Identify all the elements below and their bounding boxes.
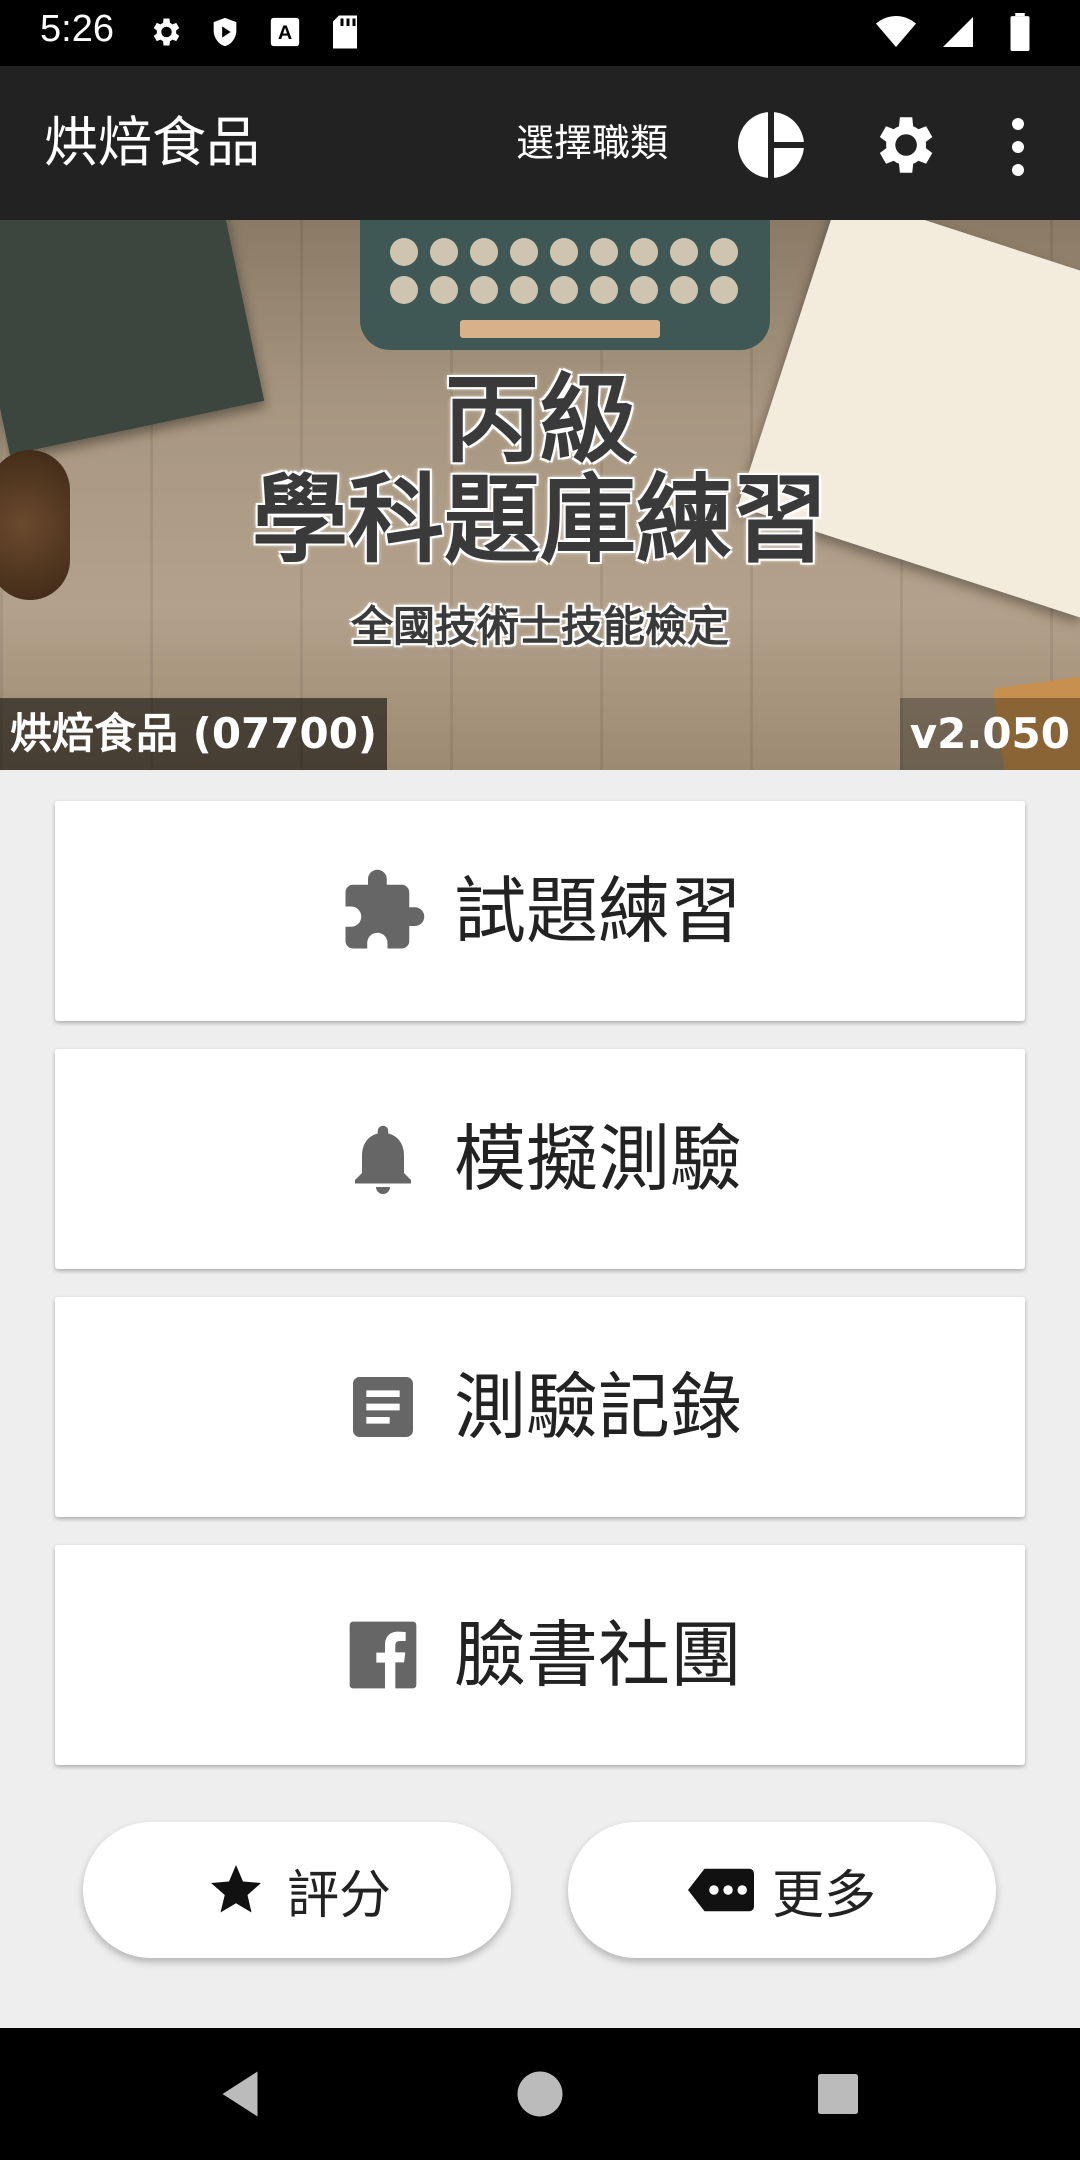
document-icon xyxy=(338,1362,428,1452)
recents-icon[interactable] xyxy=(808,2064,868,2124)
more-chat-icon xyxy=(687,1857,754,1923)
banner-subtitle: 全國技術士技能檢定 xyxy=(350,602,729,651)
banner: 丙級 學科題庫練習 全國技術士技能檢定 烘焙食品 (07700) v2.050 xyxy=(0,220,1080,770)
facebook-group-button[interactable]: 臉書社團 xyxy=(55,1545,1025,1765)
bell-icon xyxy=(338,1114,428,1204)
version-label: v2.050 xyxy=(899,698,1080,770)
sd-card-icon xyxy=(325,12,365,52)
settings-icon xyxy=(145,12,185,52)
facebook-group-label: 臉書社團 xyxy=(453,1613,742,1697)
signal-icon xyxy=(938,12,978,52)
practice-button[interactable]: 試題練習 xyxy=(55,801,1025,1021)
wifi-icon xyxy=(876,12,916,52)
app-bar: 烘焙食品 選擇職類 xyxy=(0,66,1080,220)
gear-icon[interactable] xyxy=(866,108,940,182)
mock-exam-button[interactable]: 模擬測驗 xyxy=(55,1049,1025,1269)
banner-title-main: 學科題庫練習 xyxy=(252,464,828,576)
status-bar: 5:26 A xyxy=(0,0,1080,66)
banner-title-level: 丙級 xyxy=(444,364,636,476)
navigation-bar xyxy=(0,2028,1080,2160)
app-title: 烘焙食品 xyxy=(44,111,260,174)
typewriter-decoration xyxy=(360,220,770,350)
exam-records-label: 測驗記錄 xyxy=(453,1365,742,1449)
home-icon[interactable] xyxy=(510,2064,570,2124)
more-label: 更多 xyxy=(771,1865,876,1926)
rate-button[interactable]: 評分 xyxy=(83,1822,511,1958)
keyboard-a-icon: A xyxy=(265,12,305,52)
status-time: 5:26 xyxy=(40,8,114,50)
mock-exam-label: 模擬測驗 xyxy=(453,1117,742,1201)
rate-label: 評分 xyxy=(286,1865,391,1926)
puzzle-icon xyxy=(338,866,428,956)
back-icon[interactable] xyxy=(210,2064,270,2124)
exam-records-button[interactable]: 測驗記錄 xyxy=(55,1297,1025,1517)
facebook-icon xyxy=(338,1610,428,1700)
more-button[interactable]: 更多 xyxy=(568,1822,996,1958)
practice-label: 試題練習 xyxy=(453,869,742,953)
select-job-button[interactable]: 選擇職類 xyxy=(516,118,668,168)
battery-icon xyxy=(1000,12,1040,52)
svg-text:A: A xyxy=(278,22,292,44)
pie-chart-icon[interactable] xyxy=(736,110,806,180)
star-icon xyxy=(203,1857,269,1923)
shield-icon xyxy=(205,12,245,52)
category-label: 烘焙食品 (07700) xyxy=(0,698,388,770)
more-vert-icon[interactable] xyxy=(996,112,1040,182)
